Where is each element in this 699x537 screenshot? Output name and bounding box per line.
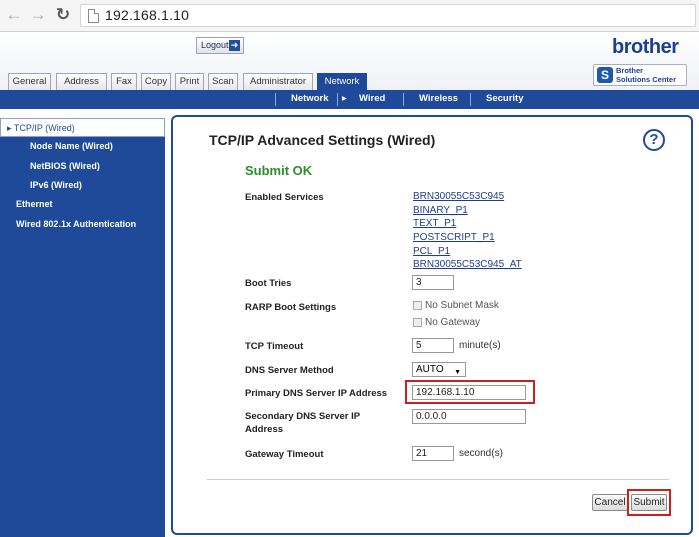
- page-title: TCP/IP Advanced Settings (Wired): [209, 132, 436, 148]
- service-link[interactable]: BINARY_P1: [413, 205, 468, 216]
- dns-method-label: DNS Server Method: [245, 365, 334, 376]
- logout-label: Logout: [201, 40, 229, 50]
- tab-administrator[interactable]: Administrator: [243, 73, 313, 90]
- sidebar-item-tcpip[interactable]: ▸ TCP/IP (Wired): [0, 118, 165, 137]
- service-link[interactable]: BRN30055C53C945: [413, 191, 504, 202]
- page-icon: [88, 9, 99, 23]
- sidebar-item-ethernet[interactable]: Ethernet: [16, 199, 53, 209]
- no-subnet-mask-checkbox[interactable]: [413, 301, 422, 310]
- secondary-dns-input[interactable]: 0.0.0.0: [412, 409, 526, 424]
- sidebar: ▸ TCP/IP (Wired) Node Name (Wired) NetBI…: [0, 118, 165, 537]
- tcp-timeout-unit: minute(s): [459, 340, 501, 351]
- status-message: Submit OK: [245, 163, 313, 178]
- primary-dns-input[interactable]: 192.168.1.10: [412, 385, 526, 400]
- browser-toolbar: ← → ↻ 192.168.1.10: [0, 0, 699, 32]
- tab-fax[interactable]: Fax: [111, 73, 137, 90]
- subnav-wireless[interactable]: Wireless: [419, 93, 458, 104]
- no-gateway-checkbox[interactable]: [413, 318, 422, 327]
- dns-method-value: AUTO: [416, 364, 444, 375]
- enabled-services-label: Enabled Services: [245, 192, 324, 203]
- no-gateway-label: No Gateway: [425, 317, 481, 328]
- subnav-divider: [403, 93, 404, 106]
- primary-dns-label: Primary DNS Server IP Address: [245, 388, 388, 399]
- url-text: 192.168.1.10: [105, 7, 190, 23]
- forward-arrow-icon[interactable]: →: [28, 5, 48, 25]
- secondary-dns-label-line2: Address: [245, 424, 284, 435]
- brother-logo: brother: [612, 36, 679, 58]
- sidebar-label: TCP/IP (Wired): [13, 123, 75, 133]
- help-icon[interactable]: ?: [643, 129, 665, 151]
- logout-button[interactable]: Logout ➜: [196, 37, 244, 54]
- subnav-wired[interactable]: Wired: [359, 93, 385, 104]
- tab-general[interactable]: General: [8, 73, 51, 90]
- sidebar-item-ipv6[interactable]: IPv6 (Wired): [30, 180, 82, 190]
- sidebar-item-node-name[interactable]: Node Name (Wired): [30, 141, 113, 151]
- arrow-right-icon: ➜: [229, 40, 240, 51]
- address-bar[interactable]: 192.168.1.10: [80, 4, 696, 27]
- service-link[interactable]: BRN30055C53C945_AT: [413, 259, 522, 270]
- reload-icon[interactable]: ↻: [53, 5, 73, 25]
- back-arrow-icon[interactable]: ←: [4, 5, 24, 25]
- tcp-timeout-input[interactable]: 5: [412, 338, 454, 353]
- boot-tries-input[interactable]: 3: [412, 275, 454, 290]
- gateway-timeout-label: Gateway Timeout: [245, 449, 324, 460]
- sub-navigation: Network ▸ Wired Wireless Security: [0, 90, 699, 109]
- sidebar-item-8021x[interactable]: Wired 802.1x Authentication: [16, 219, 136, 229]
- dns-method-select[interactable]: AUTO ▼: [412, 362, 466, 377]
- gateway-timeout-input[interactable]: 21: [412, 446, 454, 461]
- cancel-button[interactable]: Cancel: [592, 494, 628, 511]
- divider: [207, 479, 669, 480]
- chevron-right-icon: ▸: [342, 93, 347, 104]
- solutions-center-button[interactable]: S Brother Solutions Center: [593, 64, 687, 86]
- submit-button[interactable]: Submit: [631, 494, 667, 511]
- solutions-line2: Solutions Center: [616, 74, 677, 84]
- sidebar-item-netbios[interactable]: NetBIOS (Wired): [30, 161, 100, 171]
- subnav-divider: [470, 93, 471, 106]
- tab-print[interactable]: Print: [175, 73, 204, 90]
- service-link[interactable]: POSTSCRIPT_P1: [413, 232, 495, 243]
- dropdown-caret-icon: ▼: [454, 369, 461, 376]
- rarp-label: RARP Boot Settings: [245, 302, 337, 313]
- settings-panel: TCP/IP Advanced Settings (Wired) ? Submi…: [171, 115, 693, 535]
- tab-network[interactable]: Network: [317, 73, 367, 90]
- subnav-divider: [337, 93, 338, 106]
- tab-scan[interactable]: Scan: [208, 73, 238, 90]
- solutions-label: Brother Solutions Center: [616, 66, 677, 84]
- sidebar-item-tcpip-label: ▸ TCP/IP (Wired): [7, 123, 75, 133]
- subnav-network[interactable]: Network: [291, 93, 328, 104]
- tcp-timeout-label: TCP Timeout: [245, 341, 304, 352]
- boot-tries-label: Boot Tries: [245, 278, 292, 289]
- service-link[interactable]: TEXT_P1: [413, 218, 456, 229]
- service-link[interactable]: PCL_P1: [413, 246, 450, 257]
- tab-copy[interactable]: Copy: [141, 73, 171, 90]
- secondary-dns-label-line1: Secondary DNS Server IP: [245, 411, 361, 422]
- solutions-icon: S: [597, 67, 613, 83]
- subnav-divider: [275, 93, 276, 106]
- subnav-security[interactable]: Security: [486, 93, 524, 104]
- tab-address[interactable]: Address: [56, 73, 107, 90]
- secondary-dns-label: Secondary DNS Server IP Address: [245, 410, 360, 436]
- gateway-timeout-unit: second(s): [459, 448, 503, 459]
- no-subnet-mask-label: No Subnet Mask: [425, 300, 499, 311]
